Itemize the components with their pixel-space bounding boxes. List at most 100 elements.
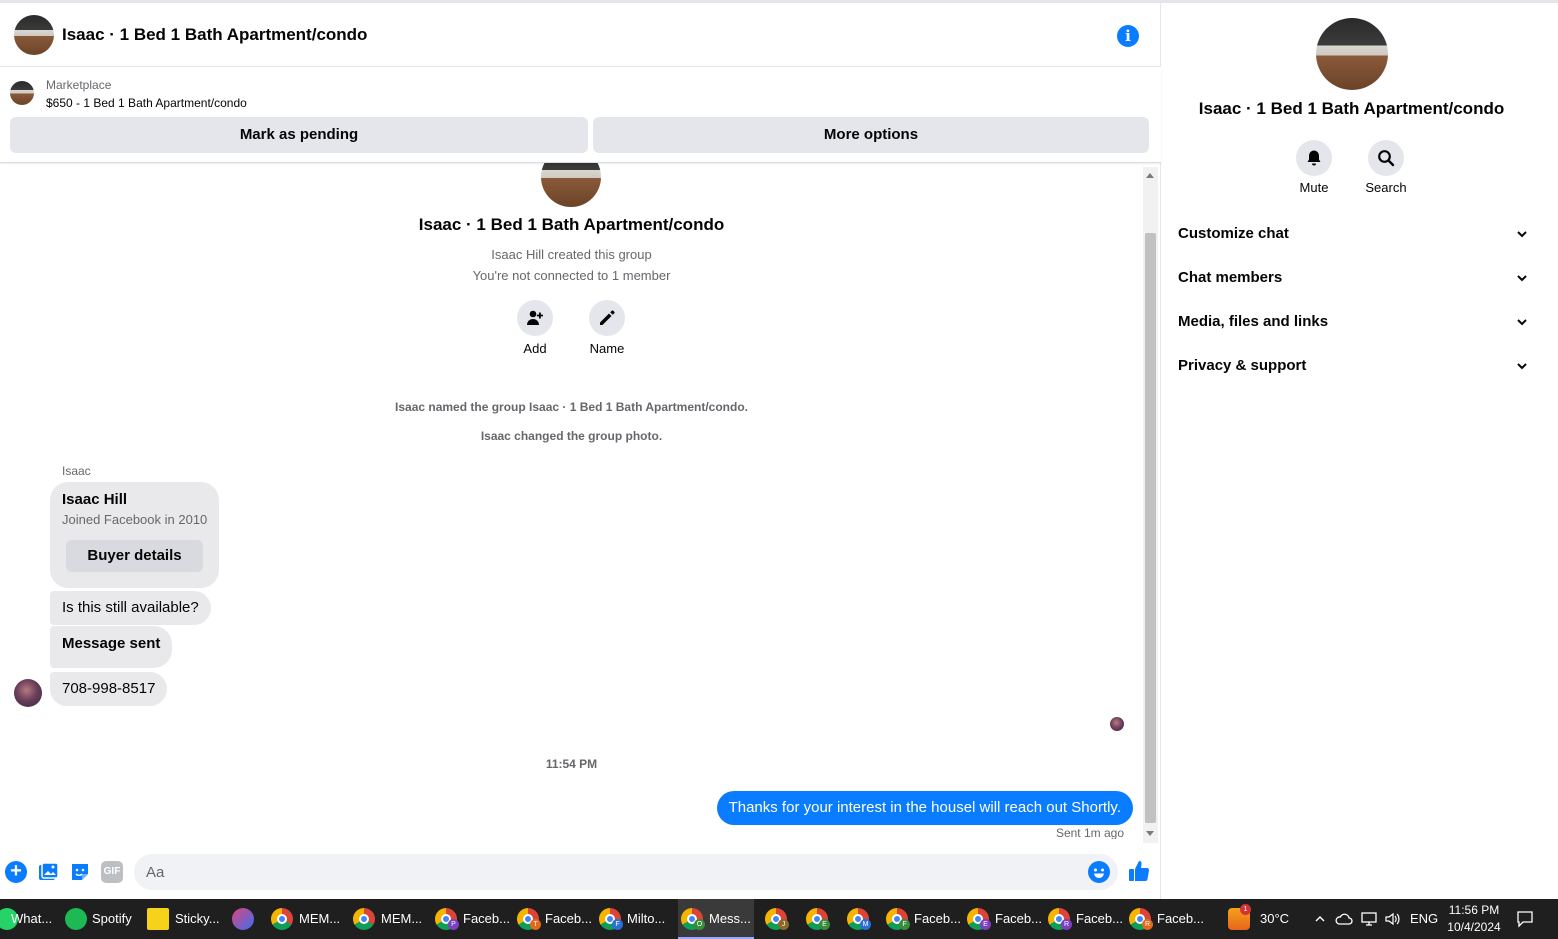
window-edge — [1541, 3, 1558, 899]
chrome-icon — [271, 908, 293, 930]
weather-widget[interactable]: 1 30°C — [1226, 899, 1296, 939]
taskbar-chrome-12[interactable]: R Faceb... — [1126, 899, 1204, 939]
section-label: Media, files and links — [1178, 313, 1329, 330]
search-label: Search — [1365, 180, 1407, 195]
mute-button[interactable] — [1296, 140, 1332, 176]
emoji-icon[interactable] — [1088, 861, 1110, 883]
plus-icon[interactable]: + — [5, 861, 27, 883]
taskbar-chrome-5[interactable]: F Milto... — [596, 899, 672, 939]
buyer-name[interactable]: Isaac Hill — [62, 491, 127, 508]
chevron-down-icon — [1517, 231, 1527, 238]
taskbar-chrome-7[interactable]: E — [803, 899, 833, 939]
photo-icon[interactable] — [37, 861, 59, 883]
outgoing-message[interactable]: Thanks for your interest in the housel w… — [716, 791, 1133, 825]
group-photo — [541, 163, 601, 207]
scroll-up-arrow-icon[interactable] — [1146, 173, 1154, 178]
bell-icon — [1307, 150, 1321, 166]
system-message: Isaac named the group Isaac · 1 Bed 1 Ba… — [395, 400, 748, 414]
taskbar-chrome-8[interactable]: M — [844, 899, 874, 939]
taskbar-snipping-tool[interactable] — [228, 899, 258, 939]
gif-icon[interactable]: GIF — [101, 861, 123, 883]
taskbar-sticky-notes[interactable]: Sticky... — [144, 899, 220, 939]
taskbar-chrome-11[interactable]: R Faceb... — [1045, 899, 1123, 939]
volume-icon[interactable] — [1384, 911, 1402, 927]
system-clock[interactable]: 11:56 PM 10/4/2024 — [1447, 902, 1501, 936]
taskbar-whatsapp[interactable]: What... — [0, 899, 52, 939]
clock-date: 10/4/2024 — [1447, 920, 1501, 934]
panel-title: Isaac · 1 Bed 1 Bath Apartment/condo — [1198, 99, 1505, 118]
notifications-icon[interactable] — [1516, 910, 1534, 928]
scissors-icon — [232, 908, 254, 930]
chat-main: Isaac · 1 Bed 1 Bath Apartment/condo i M… — [0, 3, 1161, 899]
chevron-up-icon[interactable] — [1314, 913, 1326, 925]
add-label: Add — [523, 341, 547, 356]
thumbs-up-icon[interactable] — [1127, 859, 1151, 883]
sticky-notes-icon — [147, 908, 169, 930]
chat-details-panel: Isaac · 1 Bed 1 Bath Apartment/condo Mut… — [1162, 3, 1541, 899]
section-label: Chat members — [1178, 269, 1283, 286]
more-options-button[interactable]: More options — [593, 117, 1149, 153]
group-avatar[interactable] — [14, 15, 54, 55]
sticker-icon[interactable] — [69, 861, 91, 883]
mute-label: Mute — [1299, 180, 1329, 195]
pencil-icon — [600, 310, 615, 325]
onedrive-cloud-icon[interactable] — [1335, 911, 1353, 927]
incoming-message[interactable]: Is this still available? — [50, 591, 211, 625]
messenger-app: Isaac · 1 Bed 1 Bath Apartment/condo i M… — [0, 0, 1558, 899]
search-icon — [1378, 150, 1395, 167]
section-label: Privacy & support — [1178, 357, 1307, 374]
listing-title[interactable]: $650 - 1 Bed 1 Bath Apartment/condo — [46, 96, 247, 110]
message-timestamp: 11:54 PM — [545, 757, 598, 771]
listing-thumbnail[interactable] — [10, 81, 34, 105]
section-chat-members[interactable]: Chat members — [1178, 258, 1528, 298]
taskbar-chrome-messenger[interactable]: O Mess... — [678, 899, 754, 939]
chevron-down-icon — [1517, 363, 1527, 370]
taskbar-chrome-2[interactable]: MEM... — [350, 899, 424, 939]
buyer-card: Isaac Hill Joined Facebook in 2010 Buyer… — [50, 482, 219, 588]
chat-title[interactable]: Isaac · 1 Bed 1 Bath Apartment/condo — [62, 25, 367, 45]
clock-time: 11:56 PM — [1448, 903, 1500, 917]
connection-text: You're not connected to 1 member — [472, 268, 671, 283]
section-label: Customize chat — [1178, 225, 1289, 242]
info-icon[interactable]: i — [1117, 25, 1139, 47]
mark-pending-button[interactable]: Mark as pending — [10, 117, 588, 153]
panel-group-avatar[interactable] — [1316, 18, 1388, 90]
sender-avatar[interactable] — [14, 679, 42, 707]
buyer-joined: Joined Facebook in 2010 — [62, 512, 208, 527]
message-thread[interactable]: Isaac · 1 Bed 1 Bath Apartment/condo Isa… — [0, 163, 1143, 839]
scroll-thumb[interactable] — [1145, 233, 1156, 823]
chevron-down-icon — [1517, 319, 1527, 326]
composer: + GIF — [0, 850, 1161, 894]
scroll-down-arrow-icon[interactable] — [1146, 831, 1154, 836]
group-created-text: Isaac Hill created this group — [491, 247, 652, 262]
taskbar-chrome-9[interactable]: F Faceb... — [883, 899, 961, 939]
section-privacy-support[interactable]: Privacy & support — [1178, 346, 1528, 386]
buyer-details-button[interactable]: Buyer details — [66, 540, 203, 572]
spotify-icon — [65, 908, 87, 930]
marketplace-bar: Marketplace $650 - 1 Bed 1 Bath Apartmen… — [0, 67, 1161, 163]
incoming-message[interactable]: 708-998-8517 — [50, 672, 168, 706]
thread-scrollbar[interactable] — [1143, 167, 1158, 843]
taskbar-chrome-4[interactable]: T Faceb... — [514, 899, 592, 939]
language-indicator[interactable]: ENG — [1410, 911, 1438, 926]
name-label: Name — [589, 341, 625, 356]
taskbar-chrome-10[interactable]: E Faceb... — [964, 899, 1042, 939]
taskbar-chrome-3[interactable]: P Faceb... — [432, 899, 510, 939]
seen-receipt-avatar — [1110, 717, 1124, 731]
message-input[interactable] — [134, 854, 1118, 890]
group-name: Isaac · 1 Bed 1 Bath Apartment/condo — [418, 215, 725, 234]
taskbar-spotify[interactable]: Spotify — [62, 899, 136, 939]
taskbar-chrome-1[interactable]: MEM... — [268, 899, 342, 939]
taskbar-chrome-6[interactable]: J — [762, 899, 792, 939]
add-person-icon — [527, 310, 543, 325]
add-member-button[interactable] — [517, 300, 553, 336]
section-customize-chat[interactable]: Customize chat — [1178, 214, 1528, 254]
section-media-files-links[interactable]: Media, files and links — [1178, 302, 1528, 342]
search-button[interactable] — [1368, 140, 1404, 176]
name-group-button[interactable] — [589, 300, 625, 336]
windows-taskbar: What... Spotify Sticky... MEM... MEM... … — [0, 899, 1558, 939]
chevron-down-icon — [1517, 275, 1527, 282]
network-icon[interactable] — [1360, 911, 1378, 927]
sent-status: Sent 1m ago — [1055, 826, 1124, 839]
incoming-message[interactable]: Message sent — [50, 626, 173, 668]
